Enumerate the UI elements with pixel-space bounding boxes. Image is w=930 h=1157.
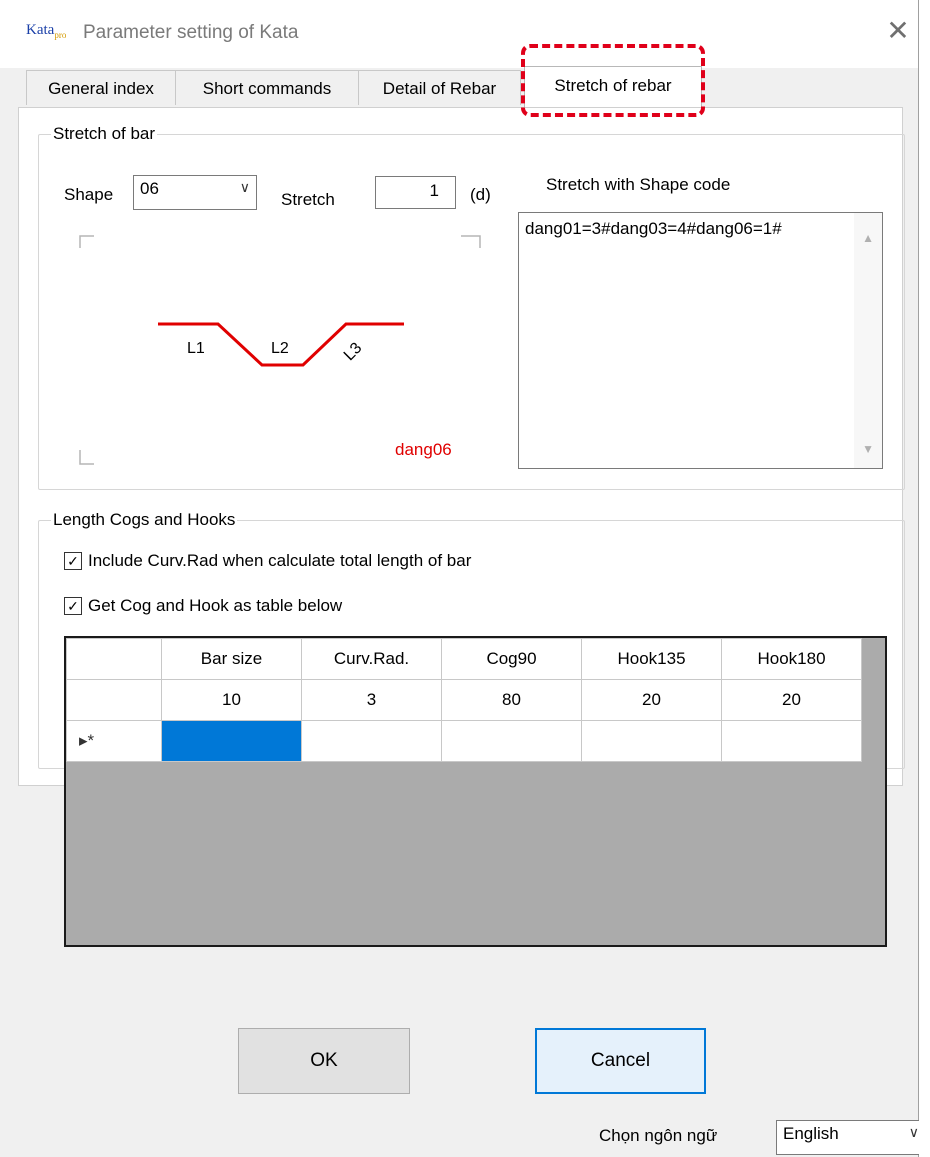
stretch-label: Stretch [281, 190, 335, 209]
shape-code-label: Stretch with Shape code [546, 175, 731, 194]
close-icon[interactable]: ✕ [883, 16, 913, 46]
language-select[interactable]: English ∨ [776, 1120, 926, 1155]
grid-cell[interactable]: 3 [301, 679, 442, 721]
shape-label: Shape [64, 185, 114, 204]
grid-header-row: Bar size Curv.Rad. Cog90 Hook135 Hook180 [66, 638, 862, 680]
grid-table: Bar size Curv.Rad. Cog90 Hook135 Hook180… [66, 638, 862, 762]
shape-name-label: dang06 [395, 440, 452, 459]
language-label: Chọn ngôn ngữ [599, 1126, 718, 1145]
row-header[interactable] [66, 679, 162, 721]
chevron-down-icon: ∨ [239, 179, 250, 195]
grid-cell[interactable]: 20 [721, 679, 862, 721]
stretch-input[interactable]: 1 [375, 176, 456, 209]
column-header-hook135[interactable]: Hook135 [581, 638, 722, 680]
cog-hook-grid[interactable]: Bar size Curv.Rad. Cog90 Hook135 Hook180… [64, 636, 887, 947]
shape-code-textarea[interactable]: dang01=3#dang03=4#dang06=1# ▲ ▼ [518, 212, 883, 469]
checkbox-checked-icon[interactable]: ✓ [64, 552, 82, 570]
scroll-down-icon[interactable]: ▼ [862, 442, 874, 456]
cog-hook-table-checkbox[interactable]: ✓ Get Cog and Hook as table below [64, 596, 342, 616]
language-select-value: English [783, 1124, 839, 1143]
checkbox-checked-icon[interactable]: ✓ [64, 597, 82, 615]
cancel-button[interactable]: Cancel [535, 1028, 706, 1094]
shape-diagram: L1 L2 L3 dang06 [79, 235, 481, 465]
grid-cell[interactable]: 10 [161, 679, 302, 721]
shape-select[interactable]: 06 ∨ [133, 175, 257, 210]
unit-label: (d) [470, 185, 491, 204]
new-row-marker[interactable]: ▸* [66, 720, 162, 762]
column-header-cog90[interactable]: Cog90 [441, 638, 582, 680]
window-title: Parameter setting of Kata [83, 22, 299, 43]
background-strip [919, 0, 930, 1157]
title-bar: Katapro Parameter setting of Kata ✕ [0, 0, 918, 68]
table-row-new: ▸* [66, 720, 862, 762]
include-curvrad-label: Include Curv.Rad when calculate total le… [88, 551, 472, 570]
row-header-corner[interactable] [66, 638, 162, 680]
include-curvrad-checkbox[interactable]: ✓ Include Curv.Rad when calculate total … [64, 551, 471, 571]
grid-cell[interactable]: 20 [581, 679, 722, 721]
cog-hook-table-label: Get Cog and Hook as table below [88, 596, 343, 615]
grid-cell[interactable] [721, 720, 862, 762]
table-row: 10 3 80 20 20 [66, 679, 862, 721]
dialog-window: Katapro Parameter setting of Kata ✕ Gene… [0, 0, 926, 1157]
tab-detail-of-rebar[interactable]: Detail of Rebar [358, 70, 521, 105]
shape-code-text: dang01=3#dang03=4#dang06=1# [525, 219, 782, 238]
shape-select-value: 06 [140, 179, 159, 198]
scroll-up-icon[interactable]: ▲ [862, 231, 874, 245]
memo-scrollbar[interactable]: ▲ ▼ [854, 213, 882, 468]
grid-cell-selected[interactable] [161, 720, 302, 762]
segment-l2-label: L2 [271, 340, 289, 357]
segment-l1-label: L1 [187, 340, 205, 357]
tab-short-commands[interactable]: Short commands [175, 70, 359, 105]
grid-cell[interactable] [441, 720, 582, 762]
column-header-curv-rad[interactable]: Curv.Rad. [301, 638, 442, 680]
kata-logo-icon: Katapro [26, 22, 67, 40]
stretch-group-legend: Stretch of bar [53, 124, 156, 143]
column-header-hook180[interactable]: Hook180 [721, 638, 862, 680]
grid-cell[interactable] [301, 720, 442, 762]
ok-button[interactable]: OK [238, 1028, 410, 1094]
column-header-bar-size[interactable]: Bar size [161, 638, 302, 680]
grid-cell[interactable]: 80 [441, 679, 582, 721]
chevron-down-icon: ∨ [908, 1124, 919, 1140]
cogs-hooks-legend: Length Cogs and Hooks [53, 510, 236, 529]
grid-cell[interactable] [581, 720, 722, 762]
segment-l3-label: L3 [341, 339, 366, 364]
tab-general-index[interactable]: General index [26, 70, 176, 105]
tab-stretch-of-rebar[interactable]: Stretch of rebar [524, 66, 702, 107]
